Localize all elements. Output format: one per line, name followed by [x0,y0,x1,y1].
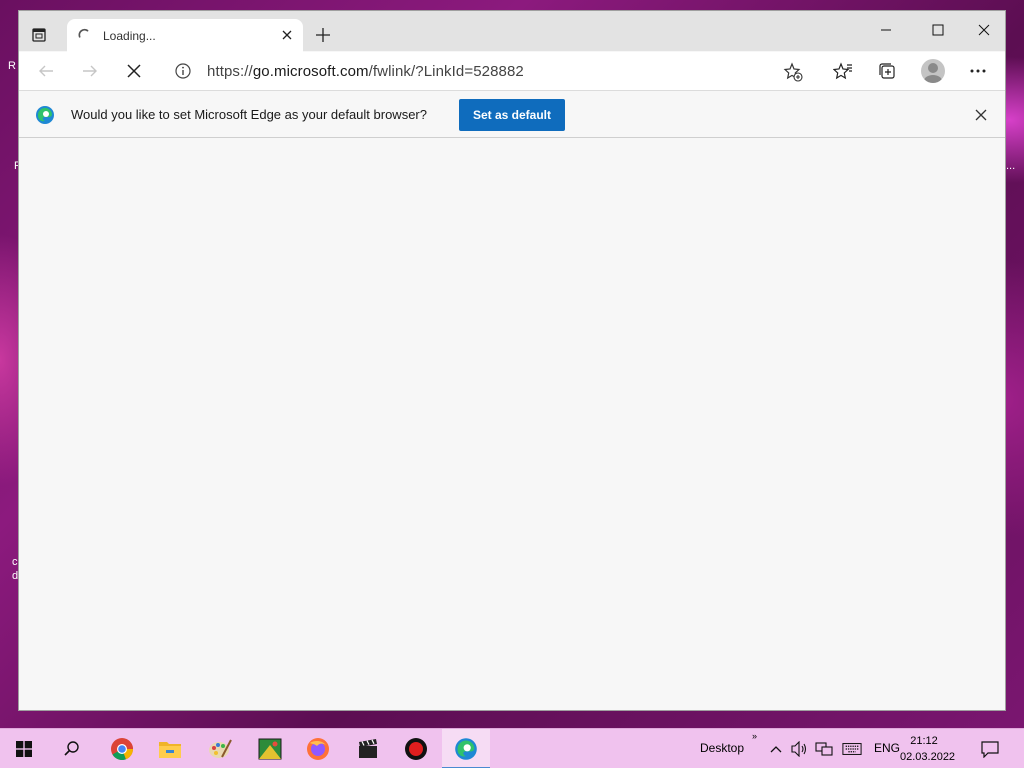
desktop-icon-label-fragment: c [12,556,18,568]
language-indicator[interactable]: ENG [874,741,900,755]
window-close-button[interactable] [961,15,1007,45]
tab-loading[interactable]: Loading... [67,19,303,52]
firefox-icon[interactable] [294,729,342,768]
tab-title: Loading... [103,29,156,43]
add-favorite-icon[interactable] [783,62,803,82]
url-text: https://go.microsoft.com/fwlink/?LinkId=… [207,63,524,80]
screen-recorder-icon[interactable] [392,729,440,768]
new-tab-icon[interactable] [313,25,333,45]
volume-icon[interactable] [790,739,810,759]
clock-time: 21:12 [910,735,938,747]
file-explorer-icon[interactable] [146,729,194,768]
clock-date: 02.03.2022 [900,751,956,763]
back-arrow-icon[interactable] [35,60,57,82]
search-icon[interactable] [48,729,96,768]
keyboard-icon[interactable] [842,739,862,759]
desktop-toolbar-label[interactable]: Desktop [700,741,744,755]
infobar-message: Would you like to set Microsoft Edge as … [71,107,427,122]
page-content-area[interactable] [19,139,1005,710]
tab-strip: Loading... [19,11,1007,52]
edge-window: Loading... https://go.microsoft.com/fwli… [18,10,1006,711]
collections-icon[interactable] [876,60,898,82]
image-viewer-icon[interactable] [246,729,294,768]
loading-spinner-icon [78,28,89,38]
navigation-toolbar: https://go.microsoft.com/fwlink/?LinkId=… [19,52,1005,90]
profile-avatar[interactable] [921,59,945,83]
url-path: /fwlink/?LinkId=528882 [368,63,524,80]
site-info-icon[interactable] [175,63,191,79]
notifications-icon[interactable] [980,739,1000,759]
network-icon[interactable] [814,739,834,759]
edge-taskbar-icon[interactable] [442,729,490,768]
tab-actions-icon[interactable] [29,25,49,45]
edge-logo-icon [36,106,54,124]
windows-start-icon[interactable] [0,729,48,768]
show-hidden-icons-chevron-icon[interactable] [766,739,786,759]
url-host: go.microsoft.com [252,63,369,80]
desktop-icon-label-fragment: R [8,60,16,72]
video-editor-icon[interactable] [344,729,392,768]
stop-loading-icon[interactable] [123,60,145,82]
set-as-default-button[interactable]: Set as default [459,99,565,131]
minimize-button[interactable] [863,15,909,45]
url-prefix: https:// [207,63,253,80]
clock[interactable]: 21:12 02.03.2022 [900,733,956,765]
favorites-icon[interactable] [832,60,854,82]
address-bar[interactable]: https://go.microsoft.com/fwlink/?LinkId=… [163,56,815,86]
forward-arrow-icon[interactable] [79,60,101,82]
tab-close-icon[interactable] [279,27,295,43]
chrome-icon[interactable] [98,729,146,768]
more-options-icon[interactable] [967,60,989,82]
desktop-icon-label-fragment: ... [1006,160,1016,172]
taskbar: Desktop » ENG 21:12 02.03.2022 [0,728,1024,768]
toolbar-overflow-chevron[interactable]: » [752,731,757,741]
default-browser-infobar: Would you like to set Microsoft Edge as … [19,90,1005,138]
infobar-close-icon[interactable] [973,107,989,123]
paint-icon[interactable] [196,729,244,768]
maximize-button[interactable] [915,15,961,45]
